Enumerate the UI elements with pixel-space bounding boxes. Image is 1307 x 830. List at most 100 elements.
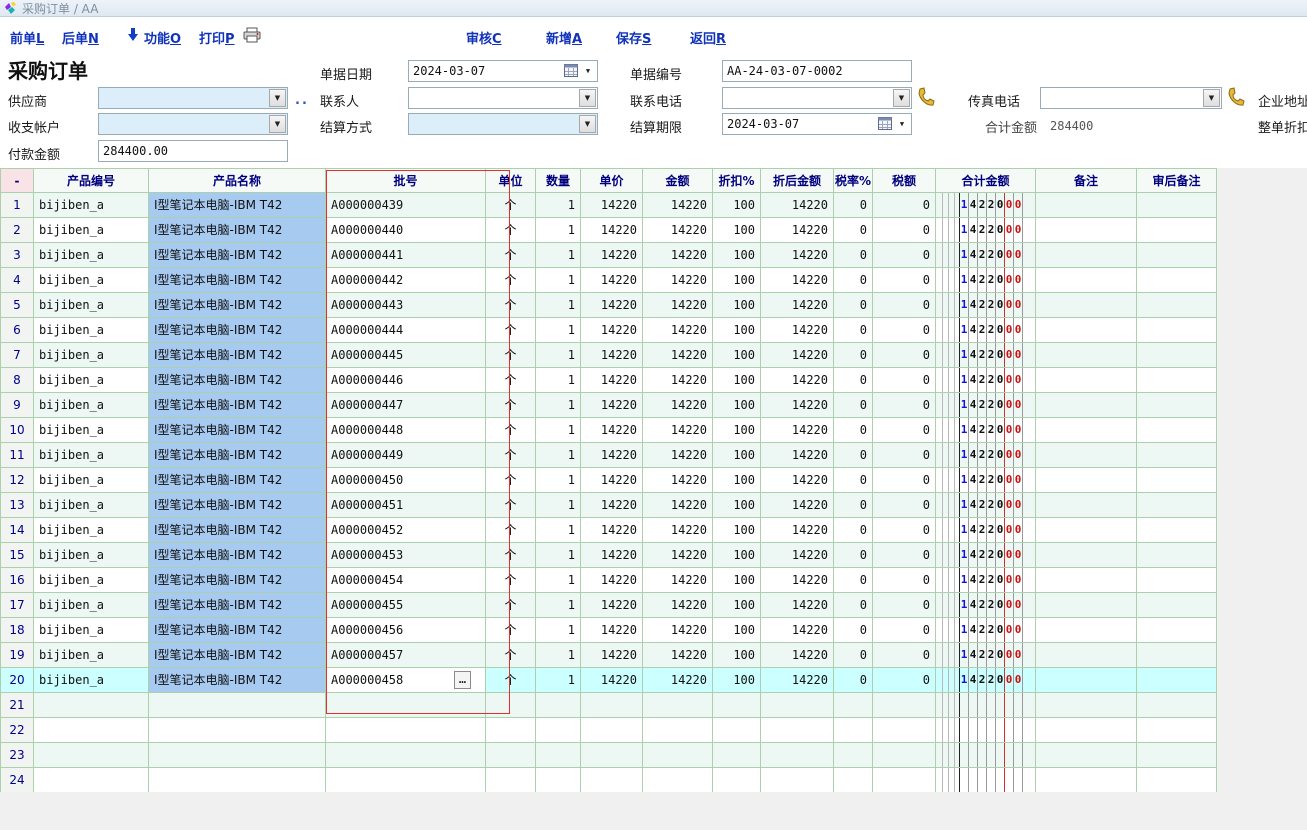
cell-discounted-amount[interactable]: 14220 (761, 443, 834, 468)
cell-row-number[interactable]: 18 (1, 618, 34, 643)
cell-product-name[interactable]: I型笔记本电脑-IBM T42 (149, 368, 326, 393)
cell-discount[interactable]: 100 (713, 243, 761, 268)
cell-amount[interactable]: 14220 (643, 218, 713, 243)
cell-amount[interactable]: 14220 (643, 243, 713, 268)
cell-audit-note[interactable] (1137, 668, 1217, 693)
cell-row-number[interactable]: 2 (1, 218, 34, 243)
cell-discounted-amount[interactable]: 14220 (761, 268, 834, 293)
cell-tax[interactable]: 0 (873, 343, 936, 368)
cell-tax-rate[interactable]: 0 (834, 468, 873, 493)
cell-note[interactable] (1036, 293, 1137, 318)
cell-discount[interactable]: 100 (713, 268, 761, 293)
cell-row-number[interactable]: 10 (1, 418, 34, 443)
cell-price[interactable]: 14220 (581, 668, 643, 693)
cell-discounted-amount[interactable]: 14220 (761, 668, 834, 693)
cell-discounted-amount[interactable]: 14220 (761, 193, 834, 218)
cell-amount[interactable]: 14220 (643, 668, 713, 693)
cell-product-name[interactable]: I型笔记本电脑-IBM T42 (149, 443, 326, 468)
cell-tax-rate[interactable]: 0 (834, 268, 873, 293)
cell-batch[interactable] (326, 718, 486, 743)
cell-audit-note[interactable] (1137, 293, 1217, 318)
cell-discount[interactable]: 100 (713, 543, 761, 568)
cell-total-amount[interactable]: 1422000 (936, 268, 1036, 293)
cell-batch[interactable]: A000000452 (326, 518, 486, 543)
cell-tax-rate[interactable]: 0 (834, 668, 873, 693)
cell-qty[interactable]: 1 (536, 443, 581, 468)
cell-product-name[interactable]: I型笔记本电脑-IBM T42 (149, 193, 326, 218)
functions-arrow-icon[interactable] (127, 27, 139, 46)
cell-audit-note[interactable] (1137, 468, 1217, 493)
cell-unit[interactable]: 个 (486, 493, 536, 518)
cell-discount[interactable]: 100 (713, 368, 761, 393)
cell-price[interactable]: 14220 (581, 493, 643, 518)
cell-price[interactable]: 14220 (581, 268, 643, 293)
cell-product-name[interactable] (149, 718, 326, 743)
cell-tax-rate[interactable]: 0 (834, 643, 873, 668)
chevron-down-icon[interactable]: ▼ (269, 115, 286, 133)
cell-note[interactable] (1036, 718, 1137, 743)
cell-unit[interactable]: 个 (486, 393, 536, 418)
cell-discount[interactable]: 100 (713, 568, 761, 593)
cell-discounted-amount[interactable] (761, 718, 834, 743)
cell-tax-rate[interactable]: 0 (834, 518, 873, 543)
printer-icon[interactable] (243, 27, 262, 47)
cell-product-name[interactable] (149, 768, 326, 793)
cell-qty[interactable]: 1 (536, 293, 581, 318)
cell-product-code[interactable]: bijiben_a (34, 568, 149, 593)
cell-audit-note[interactable] (1137, 393, 1217, 418)
cell-price[interactable] (581, 693, 643, 718)
cell-tax-rate[interactable] (834, 693, 873, 718)
cell-note[interactable] (1036, 693, 1137, 718)
cell-product-code[interactable]: bijiben_a (34, 318, 149, 343)
cell-price[interactable]: 14220 (581, 618, 643, 643)
cell-discount[interactable] (713, 768, 761, 793)
cell-discount[interactable]: 100 (713, 318, 761, 343)
cell-batch[interactable]: A000000454 (326, 568, 486, 593)
cell-amount[interactable] (643, 693, 713, 718)
cell-unit[interactable] (486, 743, 536, 768)
cell-tax-rate[interactable] (834, 768, 873, 793)
cell-product-name[interactable]: I型笔记本电脑-IBM T42 (149, 493, 326, 518)
cell-tax-rate[interactable]: 0 (834, 443, 873, 468)
cell-total-amount[interactable] (936, 693, 1036, 718)
cell-row-number[interactable]: 3 (1, 243, 34, 268)
cell-amount[interactable]: 14220 (643, 343, 713, 368)
cell-note[interactable] (1036, 418, 1137, 443)
cell-amount[interactable]: 14220 (643, 593, 713, 618)
cell-price[interactable] (581, 768, 643, 793)
cell-note[interactable] (1036, 268, 1137, 293)
chevron-down-icon[interactable]: ▼ (269, 89, 286, 107)
cell-row-number[interactable]: 7 (1, 343, 34, 368)
cell-batch[interactable]: A000000455 (326, 593, 486, 618)
cell-row-number[interactable]: 6 (1, 318, 34, 343)
cell-discounted-amount[interactable]: 14220 (761, 618, 834, 643)
cell-total-amount[interactable]: 1422000 (936, 243, 1036, 268)
cell-note[interactable] (1036, 218, 1137, 243)
cell-amount[interactable] (643, 743, 713, 768)
cell-product-name[interactable]: I型笔记本电脑-IBM T42 (149, 468, 326, 493)
cell-discount[interactable]: 100 (713, 218, 761, 243)
settle-method-select[interactable]: ▼ (408, 113, 598, 135)
cell-product-code[interactable]: bijiben_a (34, 468, 149, 493)
cell-row-number[interactable]: 16 (1, 568, 34, 593)
cell-product-name[interactable]: I型笔记本电脑-IBM T42 (149, 593, 326, 618)
cell-discounted-amount[interactable]: 14220 (761, 643, 834, 668)
cell-discounted-amount[interactable] (761, 693, 834, 718)
cell-discounted-amount[interactable]: 14220 (761, 543, 834, 568)
cell-price[interactable]: 14220 (581, 193, 643, 218)
cell-row-number[interactable]: 1 (1, 193, 34, 218)
cell-note[interactable] (1036, 618, 1137, 643)
cell-audit-note[interactable] (1137, 518, 1217, 543)
cell-unit[interactable]: 个 (486, 568, 536, 593)
cell-product-code[interactable]: bijiben_a (34, 293, 149, 318)
cell-batch[interactable]: A000000447 (326, 393, 486, 418)
cell-unit[interactable]: 个 (486, 543, 536, 568)
cell-qty[interactable] (536, 743, 581, 768)
cell-discount[interactable] (713, 743, 761, 768)
cell-product-name[interactable]: I型笔记本电脑-IBM T42 (149, 343, 326, 368)
cell-tax-rate[interactable]: 0 (834, 543, 873, 568)
calendar-icon[interactable] (878, 116, 894, 132)
cell-discounted-amount[interactable] (761, 743, 834, 768)
cell-discounted-amount[interactable] (761, 768, 834, 793)
cell-row-number[interactable]: 13 (1, 493, 34, 518)
